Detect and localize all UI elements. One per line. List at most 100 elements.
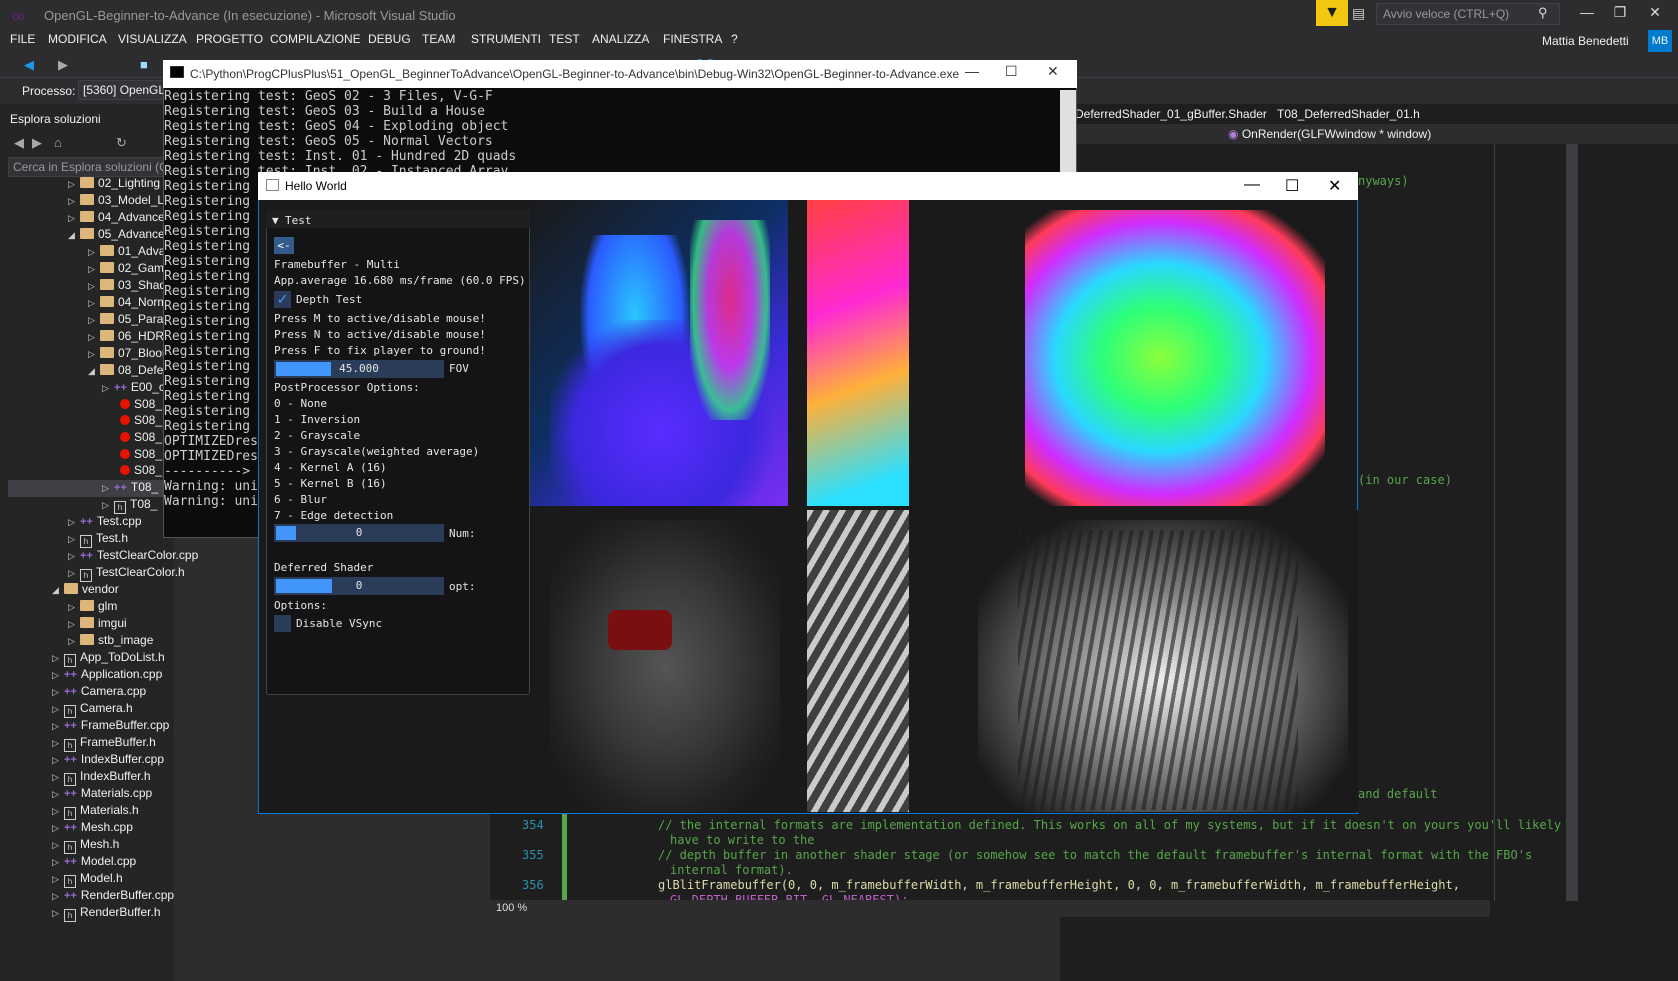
tree-item[interactable]: ◢ vendor — [52, 582, 119, 599]
tree-item[interactable]: S08_ — [108, 447, 162, 464]
collapsed-arrow-icon[interactable]: ▷ — [102, 500, 114, 511]
collapsed-arrow-icon[interactable]: ▷ — [88, 281, 100, 292]
tree-item[interactable]: ▷ glm — [68, 599, 117, 616]
tree-item[interactable]: ▷ 07_Bloor — [88, 346, 166, 363]
forward-icon[interactable]: ▶ — [58, 57, 68, 73]
tree-item[interactable]: ▷ 02_Gam — [88, 261, 164, 278]
collapsed-arrow-icon[interactable]: ▷ — [52, 738, 64, 749]
tree-item[interactable]: ▷ h Test.h — [68, 531, 128, 548]
collapsed-arrow-icon[interactable]: ▷ — [88, 349, 100, 360]
collapsed-arrow-icon[interactable]: ▷ — [102, 483, 114, 494]
close-button[interactable]: ✕ — [1328, 176, 1341, 196]
tree-item[interactable]: ▷ ++ IndexBuffer.cpp — [52, 752, 164, 769]
tree-item[interactable]: ▷ stb_image — [68, 633, 153, 650]
opt-slider[interactable]: 0 — [274, 577, 444, 595]
tree-item[interactable]: ▷ h Mesh.h — [52, 837, 119, 854]
forward-icon[interactable]: ▶ — [32, 135, 42, 151]
tree-item[interactable]: ▷ ++ FrameBuffer.cpp — [52, 718, 169, 735]
menu-edit[interactable]: MODIFICA — [48, 32, 107, 46]
collapsed-arrow-icon[interactable]: ▷ — [52, 721, 64, 732]
tree-item[interactable]: ▷ ++ RenderBuffer.cpp — [52, 888, 174, 905]
collapsed-arrow-icon[interactable]: ▷ — [68, 602, 80, 613]
tree-item[interactable]: ▷ h IndexBuffer.h — [52, 769, 151, 786]
tree-item[interactable]: ▷ ++ Model.cpp — [52, 854, 136, 871]
search-icon[interactable]: ⚲ — [1538, 5, 1548, 21]
collapsed-arrow-icon[interactable]: ▷ — [68, 619, 80, 630]
back-icon[interactable]: ◀ — [14, 135, 24, 151]
collapsed-arrow-icon[interactable]: ▷ — [68, 534, 80, 545]
notifications-icon[interactable]: ▤ — [1352, 5, 1365, 22]
collapsed-arrow-icon[interactable]: ▷ — [52, 755, 64, 766]
collapsed-arrow-icon[interactable]: ▷ — [52, 908, 64, 919]
tree-item[interactable]: ▷ h T08_ — [102, 497, 157, 514]
tree-item[interactable]: ▷ ++ Materials.cpp — [52, 786, 152, 803]
quick-launch-input[interactable]: Avvio veloce (CTRL+Q) — [1376, 3, 1560, 25]
collapsed-arrow-icon[interactable]: ▷ — [52, 840, 64, 851]
collapsed-arrow-icon[interactable]: ▷ — [52, 874, 64, 885]
avatar[interactable]: MB — [1648, 30, 1672, 52]
feedback-filter-icon[interactable]: ▼ — [1316, 0, 1348, 26]
tree-item[interactable]: ▷ h Model.h — [52, 871, 123, 888]
depth-test-checkbox[interactable]: ✓ — [274, 291, 291, 308]
code-minimap[interactable] — [1494, 144, 1566, 901]
fov-slider[interactable]: 45.000 — [274, 360, 444, 378]
menu-file[interactable]: FILE — [10, 32, 35, 46]
tree-item[interactable]: S08_ — [108, 430, 162, 447]
tree-item[interactable]: ▷ h FrameBuffer.h — [52, 735, 156, 752]
function-dropdown[interactable]: ◉ OnRender(GLFWwindow * window) — [1228, 127, 1431, 141]
menu-analyze[interactable]: ANALIZZA — [592, 32, 649, 46]
tree-item[interactable]: ▷ 06_HDR — [88, 329, 164, 346]
collapsed-arrow-icon[interactable]: ▷ — [88, 332, 100, 343]
collapsed-arrow-icon[interactable]: ▷ — [88, 247, 100, 258]
menu-test[interactable]: TEST — [549, 32, 580, 46]
tree-item[interactable]: ▷ 04_Norm — [88, 295, 167, 312]
tree-item[interactable]: ▷ ++ E00_c — [102, 380, 165, 397]
tree-item[interactable]: ▷ imgui — [68, 616, 127, 633]
collapsed-arrow-icon[interactable]: ▷ — [88, 298, 100, 309]
menu-view[interactable]: VISUALIZZA — [118, 32, 187, 46]
close-button[interactable]: ✕ — [1047, 63, 1059, 80]
tree-item[interactable]: ▷ h Materials.h — [52, 803, 139, 820]
tree-item[interactable]: ▷ h TestClearColor.h — [68, 565, 185, 582]
collapsed-arrow-icon[interactable]: ▷ — [68, 568, 80, 579]
tree-item[interactable]: ▷ 04_Advance — [68, 210, 165, 227]
back-button[interactable]: <- — [274, 237, 294, 254]
collapsed-arrow-icon[interactable]: ▷ — [52, 704, 64, 715]
tree-item[interactable]: ▷ h RenderBuffer.h — [52, 905, 161, 922]
menu-help[interactable]: ? — [731, 32, 738, 46]
collapsed-arrow-icon[interactable]: ▷ — [88, 264, 100, 275]
minimize-button[interactable]: — — [1244, 176, 1260, 194]
maximize-button[interactable]: ☐ — [1005, 63, 1018, 80]
tree-item[interactable]: ▷ 02_Lighting — [68, 176, 160, 193]
maximize-button[interactable]: ☐ — [1285, 176, 1299, 196]
collapsed-arrow-icon[interactable]: ▷ — [52, 823, 64, 834]
collapsed-arrow-icon[interactable]: ▷ — [52, 891, 64, 902]
collapsed-arrow-icon[interactable]: ▷ — [52, 687, 64, 698]
save-icon[interactable]: ■ — [140, 57, 148, 72]
tree-item[interactable]: ▷ ++ Application.cpp — [52, 667, 162, 684]
collapsed-arrow-icon[interactable]: ▷ — [88, 315, 100, 326]
menu-team[interactable]: TEAM — [422, 32, 455, 46]
tree-item[interactable]: ▷ ++ Camera.cpp — [52, 684, 146, 701]
tree-item[interactable]: ▷ 03_Model_L — [68, 193, 164, 210]
tree-item[interactable]: ◢ 05_Advance — [68, 227, 165, 244]
minimize-button[interactable]: — — [1572, 4, 1602, 20]
zoom-select[interactable]: 100 % — [496, 902, 527, 914]
sync-icon[interactable]: ↻ — [116, 135, 127, 151]
solution-search-input[interactable]: Cerca in Esplora soluzioni (CTRL — [8, 157, 174, 177]
menu-window[interactable]: FINESTRA — [663, 32, 722, 46]
user-name[interactable]: Mattia Benedetti — [1542, 34, 1629, 48]
tab-deferred-shader[interactable]: DeferredShader_01_gBuffer.Shader — [1075, 107, 1267, 121]
menu-debug[interactable]: DEBUG — [368, 32, 411, 46]
home-icon[interactable]: ⌂ — [54, 135, 62, 150]
collapsed-arrow-icon[interactable]: ▷ — [52, 653, 64, 664]
tree-item[interactable]: S08_ — [108, 463, 162, 480]
collapsed-arrow-icon[interactable]: ▷ — [68, 551, 80, 562]
tree-item[interactable]: S08_ — [108, 397, 162, 414]
vertical-scrollbar[interactable] — [1566, 144, 1578, 901]
tree-item[interactable]: ◢ 08_Defer — [88, 363, 167, 380]
tree-item[interactable]: ▷ 03_Shad — [88, 278, 166, 295]
collapsed-arrow-icon[interactable]: ▷ — [68, 179, 80, 190]
tab-t08-header[interactable]: T08_DeferredShader_01.h — [1277, 107, 1420, 121]
expanded-arrow-icon[interactable]: ◢ — [68, 230, 80, 241]
